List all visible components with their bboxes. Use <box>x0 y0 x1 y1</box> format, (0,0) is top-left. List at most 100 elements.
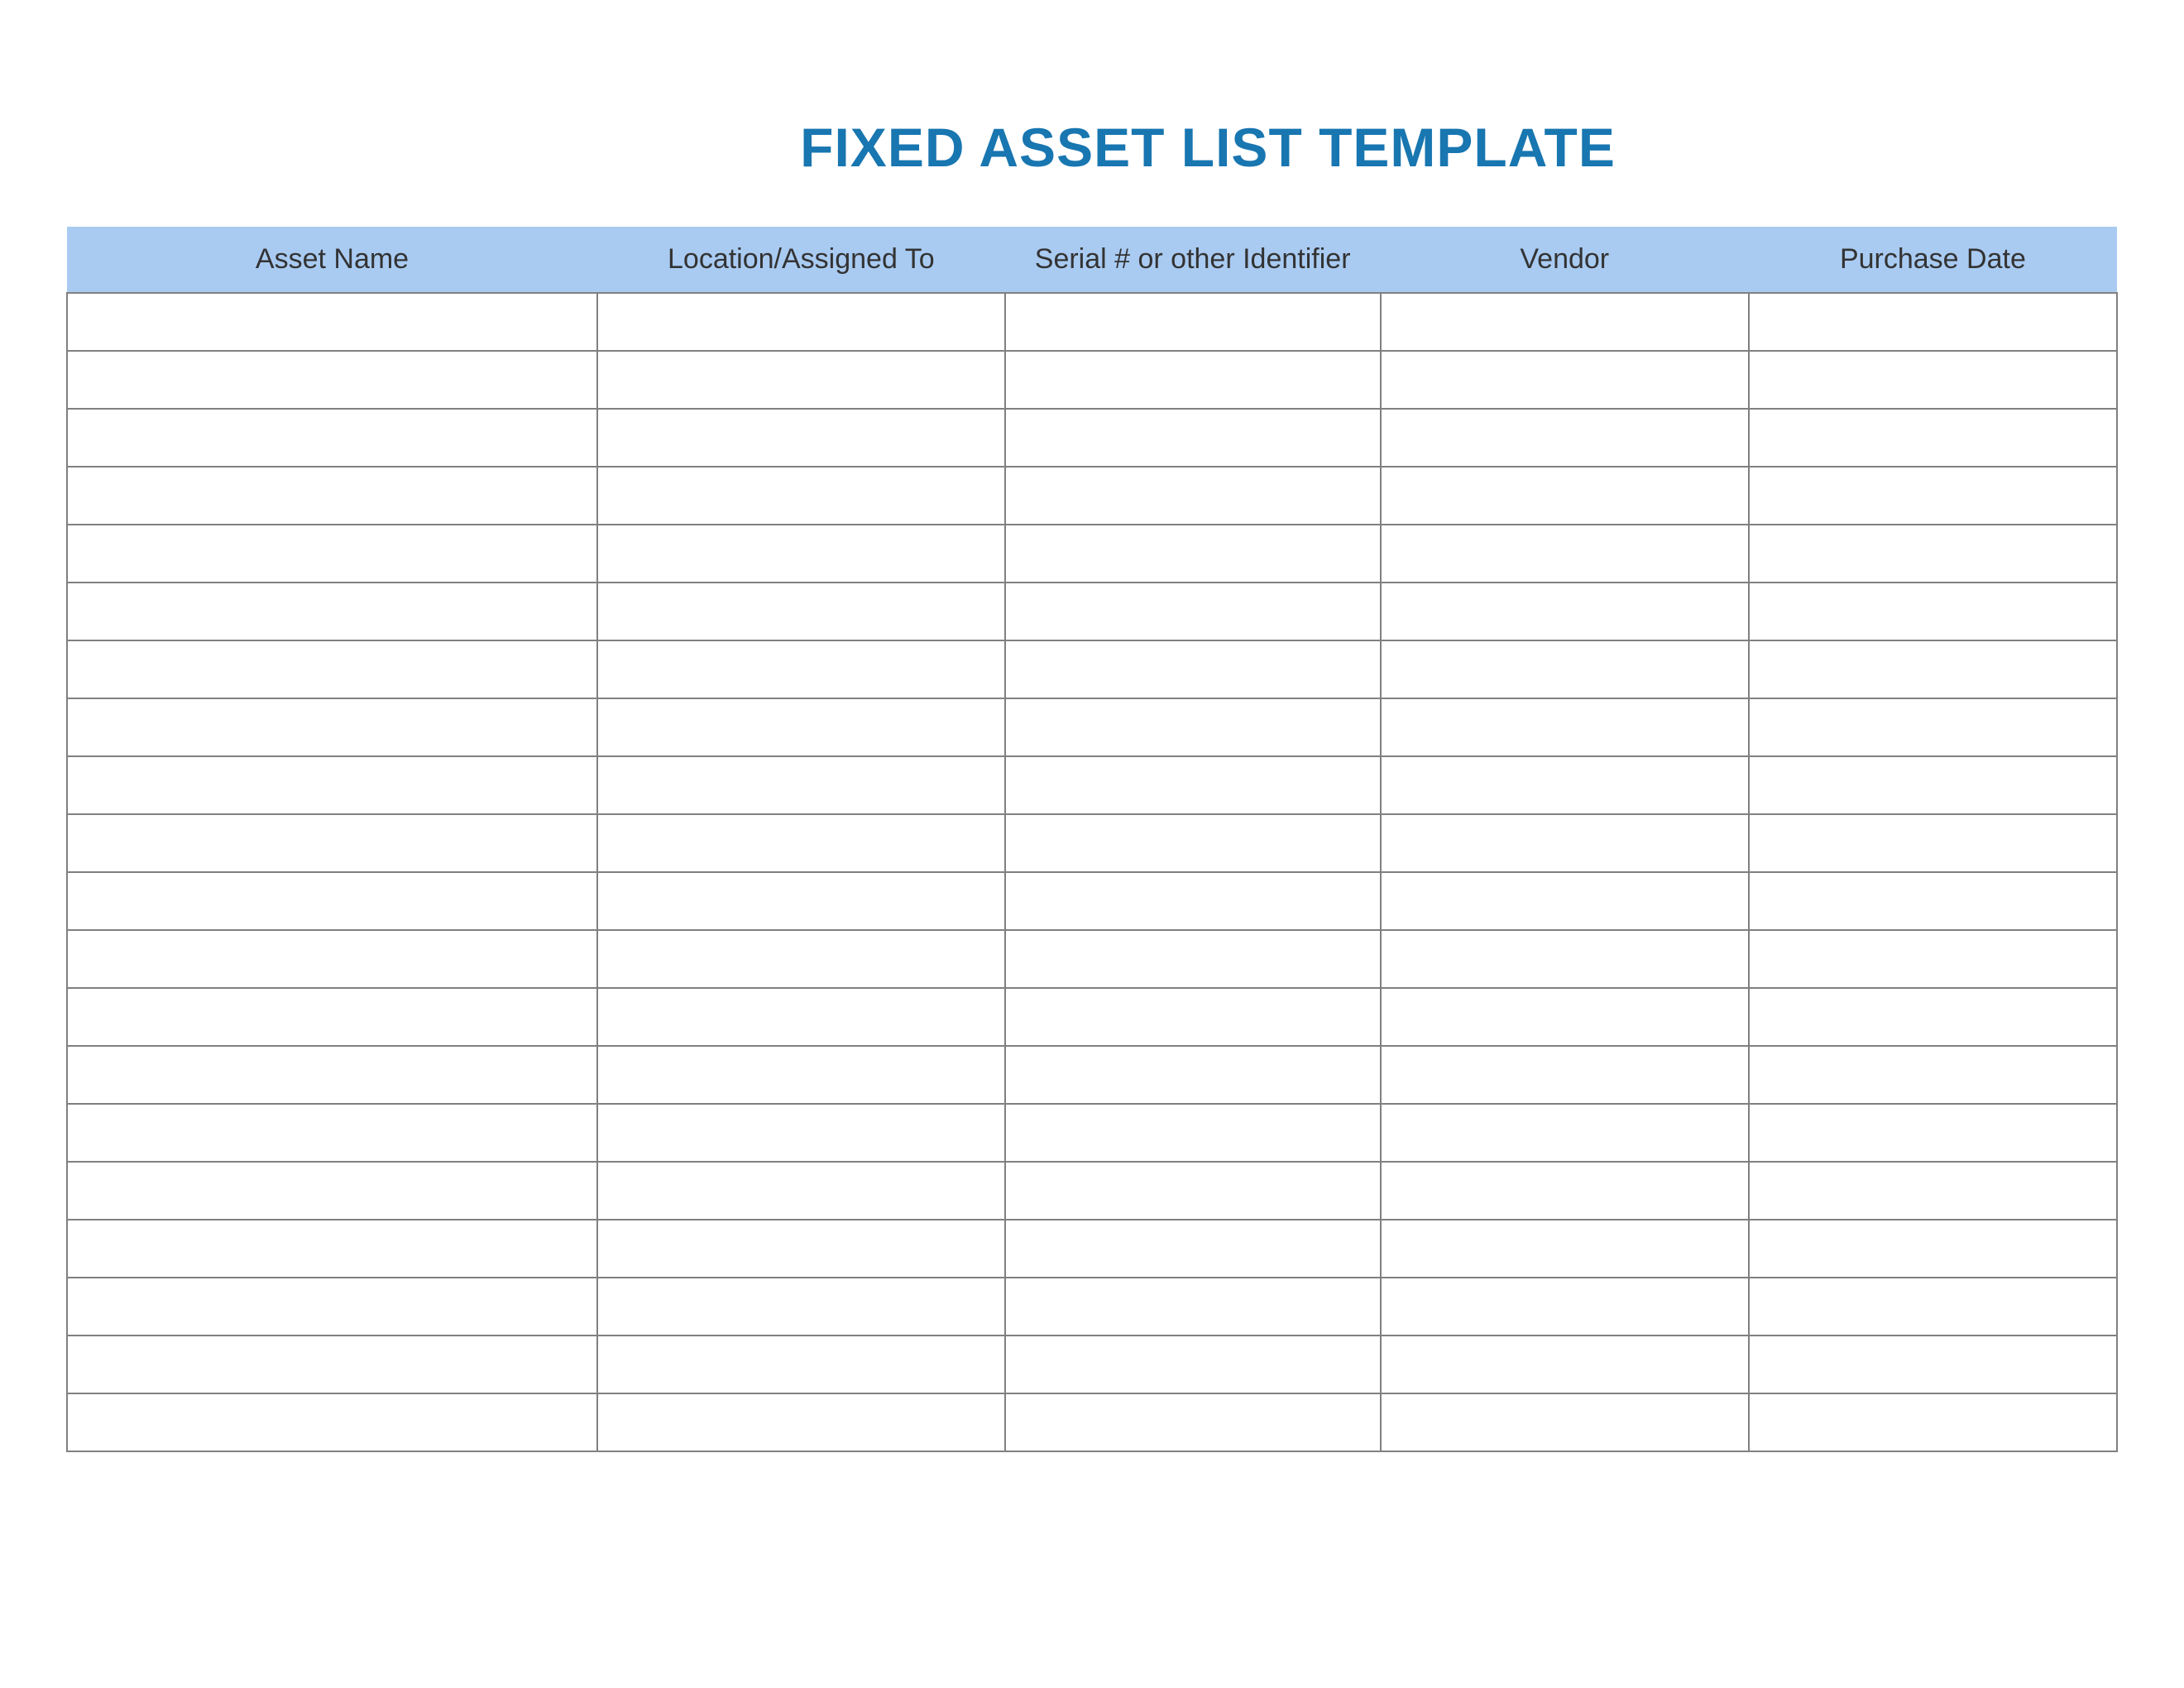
table-cell[interactable] <box>597 872 1005 930</box>
table-cell[interactable] <box>597 814 1005 872</box>
table-cell[interactable] <box>1381 293 1749 351</box>
table-cell[interactable] <box>1749 409 2117 467</box>
table-cell[interactable] <box>597 1104 1005 1162</box>
table-cell[interactable] <box>67 1104 597 1162</box>
table-cell[interactable] <box>1005 756 1381 814</box>
table-cell[interactable] <box>1005 1336 1381 1393</box>
table-cell[interactable] <box>1749 930 2117 988</box>
table-cell[interactable] <box>1005 583 1381 640</box>
table-cell[interactable] <box>1005 1278 1381 1336</box>
table-cell[interactable] <box>597 640 1005 698</box>
table-cell[interactable] <box>1381 351 1749 409</box>
table-cell[interactable] <box>1005 1046 1381 1104</box>
table-cell[interactable] <box>67 525 597 583</box>
table-cell[interactable] <box>1381 1336 1749 1393</box>
table-cell[interactable] <box>1749 814 2117 872</box>
table-cell[interactable] <box>1381 1393 1749 1451</box>
table-cell[interactable] <box>597 1046 1005 1104</box>
table-cell[interactable] <box>1749 872 2117 930</box>
table-cell[interactable] <box>67 756 597 814</box>
table-cell[interactable] <box>67 1336 597 1393</box>
table-cell[interactable] <box>1749 1336 2117 1393</box>
table-cell[interactable] <box>1749 698 2117 756</box>
table-cell[interactable] <box>1381 1162 1749 1220</box>
table-cell[interactable] <box>1749 988 2117 1046</box>
table-cell[interactable] <box>1005 814 1381 872</box>
table-cell[interactable] <box>597 756 1005 814</box>
table-cell[interactable] <box>597 988 1005 1046</box>
table-cell[interactable] <box>1005 640 1381 698</box>
table-cell[interactable] <box>1381 1220 1749 1278</box>
table-cell[interactable] <box>1005 1393 1381 1451</box>
table-cell[interactable] <box>1749 1104 2117 1162</box>
table-cell[interactable] <box>1749 583 2117 640</box>
table-cell[interactable] <box>1749 1162 2117 1220</box>
table-cell[interactable] <box>67 988 597 1046</box>
table-cell[interactable] <box>1381 525 1749 583</box>
table-cell[interactable] <box>67 351 597 409</box>
table-cell[interactable] <box>1005 1220 1381 1278</box>
table-cell[interactable] <box>1749 1220 2117 1278</box>
table-cell[interactable] <box>1005 872 1381 930</box>
table-cell[interactable] <box>67 1278 597 1336</box>
table-cell[interactable] <box>67 640 597 698</box>
table-cell[interactable] <box>1749 640 2117 698</box>
table-cell[interactable] <box>1005 351 1381 409</box>
table-cell[interactable] <box>1381 640 1749 698</box>
table-cell[interactable] <box>1381 1278 1749 1336</box>
table-cell[interactable] <box>1381 409 1749 467</box>
table-cell[interactable] <box>597 1393 1005 1451</box>
table-cell[interactable] <box>1749 467 2117 525</box>
table-cell[interactable] <box>1005 1162 1381 1220</box>
table-cell[interactable] <box>1005 698 1381 756</box>
table-cell[interactable] <box>67 1046 597 1104</box>
table-cell[interactable] <box>597 409 1005 467</box>
table-cell[interactable] <box>1005 1104 1381 1162</box>
table-cell[interactable] <box>1381 583 1749 640</box>
table-cell[interactable] <box>1381 1046 1749 1104</box>
table-cell[interactable] <box>1005 988 1381 1046</box>
table-cell[interactable] <box>67 814 597 872</box>
table-cell[interactable] <box>597 1162 1005 1220</box>
table-cell[interactable] <box>597 583 1005 640</box>
table-cell[interactable] <box>67 872 597 930</box>
table-cell[interactable] <box>597 525 1005 583</box>
table-cell[interactable] <box>67 930 597 988</box>
table-cell[interactable] <box>1381 930 1749 988</box>
table-cell[interactable] <box>1749 1046 2117 1104</box>
table-cell[interactable] <box>597 1336 1005 1393</box>
table-cell[interactable] <box>1749 1393 2117 1451</box>
table-cell[interactable] <box>1381 698 1749 756</box>
table-cell[interactable] <box>67 1162 597 1220</box>
table-cell[interactable] <box>1381 872 1749 930</box>
table-cell[interactable] <box>1005 467 1381 525</box>
table-cell[interactable] <box>597 930 1005 988</box>
table-cell[interactable] <box>597 467 1005 525</box>
table-cell[interactable] <box>1381 1104 1749 1162</box>
table-cell[interactable] <box>1749 756 2117 814</box>
table-cell[interactable] <box>597 1278 1005 1336</box>
table-cell[interactable] <box>1749 1278 2117 1336</box>
table-cell[interactable] <box>1749 351 2117 409</box>
table-cell[interactable] <box>1749 293 2117 351</box>
table-cell[interactable] <box>1381 756 1749 814</box>
table-cell[interactable] <box>1005 525 1381 583</box>
table-cell[interactable] <box>67 583 597 640</box>
table-cell[interactable] <box>1005 930 1381 988</box>
table-cell[interactable] <box>1749 525 2117 583</box>
table-cell[interactable] <box>1381 988 1749 1046</box>
table-cell[interactable] <box>67 293 597 351</box>
table-cell[interactable] <box>1005 409 1381 467</box>
table-cell[interactable] <box>1005 293 1381 351</box>
table-cell[interactable] <box>1381 814 1749 872</box>
table-cell[interactable] <box>67 409 597 467</box>
table-cell[interactable] <box>597 351 1005 409</box>
table-cell[interactable] <box>1381 467 1749 525</box>
table-cell[interactable] <box>597 698 1005 756</box>
table-cell[interactable] <box>67 1393 597 1451</box>
table-cell[interactable] <box>67 467 597 525</box>
table-cell[interactable] <box>67 1220 597 1278</box>
table-cell[interactable] <box>597 1220 1005 1278</box>
table-cell[interactable] <box>597 293 1005 351</box>
table-cell[interactable] <box>67 698 597 756</box>
